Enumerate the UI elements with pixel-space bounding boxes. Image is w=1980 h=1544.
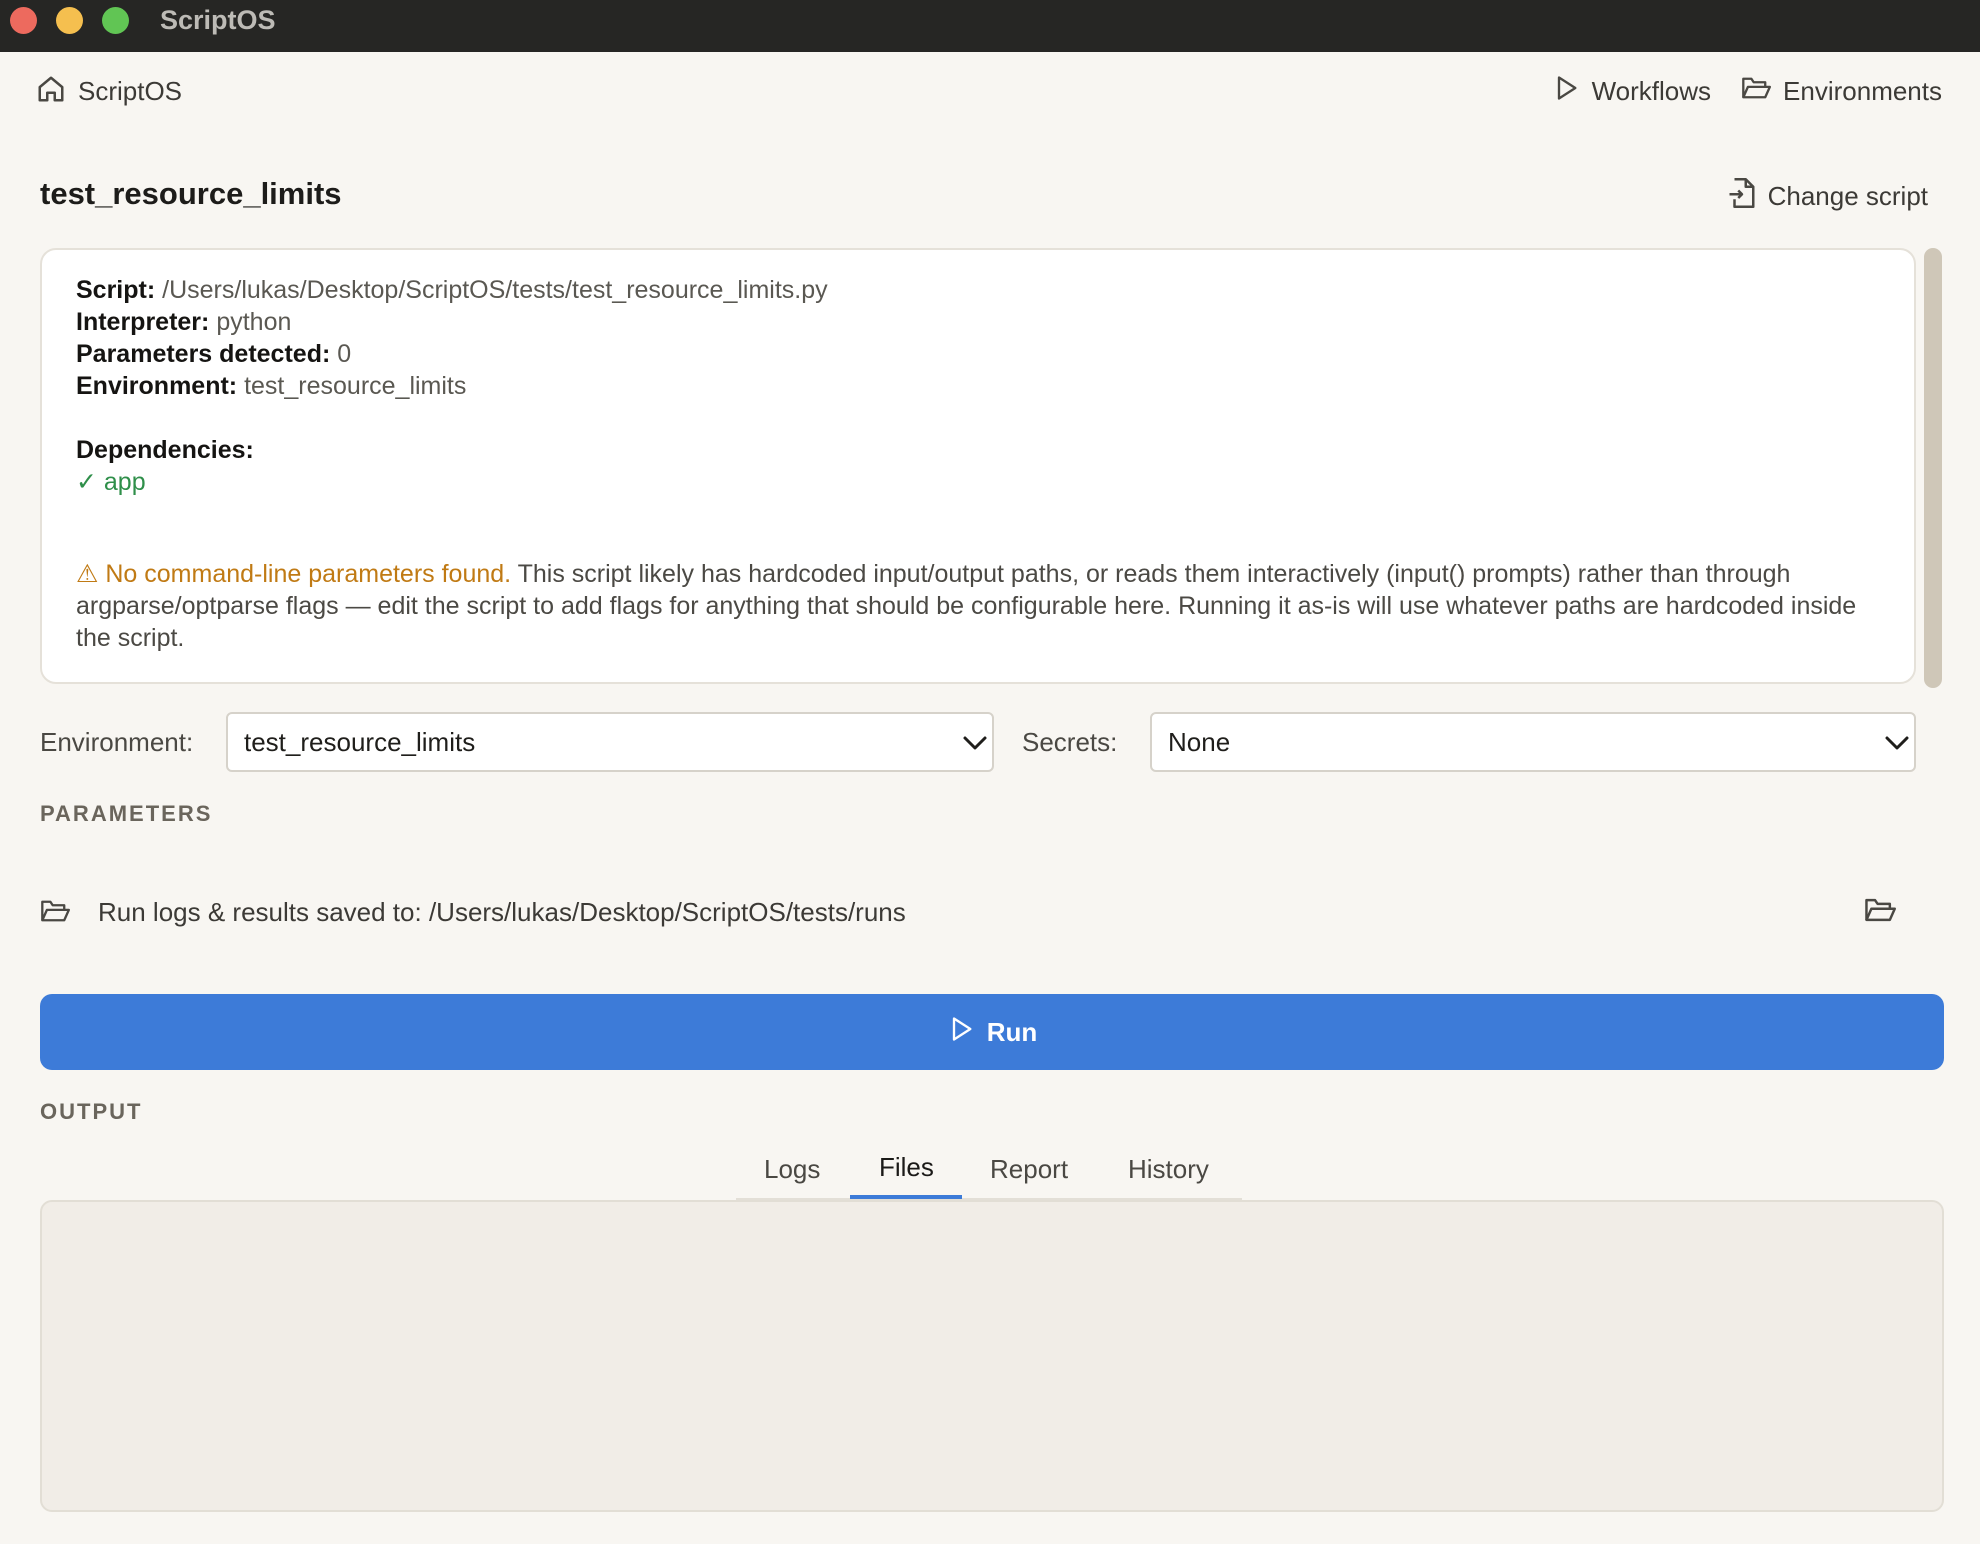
chevron-down-icon [1880,714,1914,772]
no-parameters-warning: ⚠ No command-line parameters found. This… [76,558,1880,654]
secrets-select-value: None [1168,726,1231,757]
output-tabs: Logs Files Report History [736,1146,1242,1200]
run-button-label: Run [986,1016,1038,1047]
interpreter-row: Interpreter: python [76,306,1880,338]
play-icon [1552,74,1580,109]
nav-home-label: ScriptOS [78,76,183,106]
output-section-label: OUTPUT [40,1099,143,1124]
interpreter-value: python [216,308,292,336]
active-tab-indicator [850,1195,962,1199]
parameters-section-label: PARAMETERS [40,801,213,826]
parameters-detected-key: Parameters detected: [76,340,331,368]
home-icon [36,74,66,109]
output-panel [40,1200,1944,1512]
environment-select-label: Environment: [40,727,194,757]
warning-head: ⚠ No command-line parameters found. [76,560,512,588]
script-info-card: Script: /Users/lukas/Desktop/ScriptOS/te… [40,248,1916,684]
secrets-select[interactable]: None [1150,712,1916,772]
nav-workflows-label: Workflows [1591,76,1712,106]
folder-icon [40,897,70,930]
run-output-location: Run logs & results saved to: /Users/luka… [40,895,1896,935]
environment-value: test_resource_limits [244,372,467,400]
vertical-scrollbar[interactable] [1924,248,1942,688]
script-path-value: /Users/lukas/Desktop/ScriptOS/tests/test… [162,276,828,304]
environment-select[interactable]: test_resource_limits [226,712,994,772]
change-script-button[interactable]: Change script [1728,178,1928,215]
tab-history[interactable]: History [1128,1154,1209,1185]
environment-key: Environment: [76,372,238,400]
secrets-select-label: Secrets: [1022,727,1118,757]
top-navbar: ScriptOS Workflows Environments [0,52,1980,132]
environment-row: Environment: test_resource_limits [76,370,1880,402]
chevron-down-icon [958,714,992,772]
dependencies-title: Dependencies: [76,436,254,464]
parameters-detected-row: Parameters detected: 0 [76,338,1880,370]
close-window-button[interactable] [10,7,37,34]
window-title: ScriptOS [160,5,276,35]
nav-environments-label: Environments [1783,76,1942,106]
dependency-item: ✓ app [76,468,146,496]
run-button[interactable]: Run [40,994,1944,1070]
folder-open-icon [1741,74,1772,109]
save-location-text: Run logs & results saved to: /Users/luka… [98,897,906,927]
tab-files[interactable]: Files [879,1152,934,1183]
tab-logs[interactable]: Logs [764,1154,820,1185]
minimize-window-button[interactable] [56,7,83,34]
file-swap-icon [1728,178,1756,215]
zoom-window-button[interactable] [102,7,129,34]
play-icon [947,1014,975,1051]
environment-select-value: test_resource_limits [244,726,476,757]
interpreter-key: Interpreter: [76,308,210,336]
nav-environments-link[interactable]: Environments [1741,74,1942,109]
nav-workflows-link[interactable]: Workflows [1552,74,1711,109]
tab-report[interactable]: Report [990,1154,1068,1185]
change-script-label: Change script [1767,181,1928,211]
script-key: Script: [76,276,156,304]
script-path-row: Script: /Users/lukas/Desktop/ScriptOS/te… [76,274,1880,306]
page-title: test_resource_limits [40,176,342,211]
window-titlebar: ScriptOS [0,0,1980,52]
parameters-detected-value: 0 [337,340,352,368]
open-folder-icon[interactable] [1864,895,1896,930]
nav-home-link[interactable]: ScriptOS [36,74,182,109]
